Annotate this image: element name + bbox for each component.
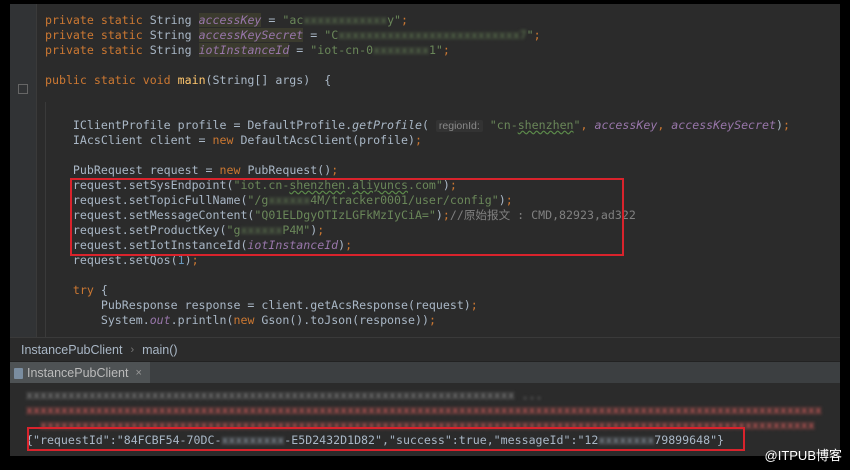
code-line-token: main [177,73,206,87]
code-line-token: String [149,43,199,57]
code-line: public static void main(String[] args) { [45,73,331,88]
code-line-token: (String[] args) { [205,73,332,87]
code-line-token: new [233,313,262,327]
code-line-token: xxxxxxxxxxxxxxxxxxxxxxxxxx7 [338,28,527,42]
code-line-token: private static [45,28,150,42]
code-line-token: PubRequest request = [45,163,220,177]
run-tool-window-tabs: InstancePubClient × [10,361,840,384]
console-line-token: xxxxxxxxxxxxxxxxxxxxxxxxxxxxxxxxxxxxxxxx… [26,403,822,417]
code-line-token: ; [442,43,450,57]
ide-window: private static String accessKey = "acxxx… [10,4,840,456]
code-line-token: accessKey [594,118,658,132]
code-line: private static String iotInstanceId = "i… [45,43,450,58]
code-line: private static String accessKeySecret = … [45,28,541,43]
code-line-token: new [219,163,248,177]
code-line-token: xxxxxxxxxxxx [303,13,388,27]
code-line-token: = [261,13,283,27]
highlight-box-response [27,427,745,451]
code-line-token: Gson().toJson(response)) [261,313,429,327]
code-line-token: iotInstanceId [198,43,290,57]
code-line-token: { [100,283,108,297]
watermark: @ITPUB博客 [764,448,842,463]
highlight-box-request-config [70,178,624,256]
breadcrumb: InstancePubClient › main() [10,337,840,361]
code-line-token: private static [45,43,150,57]
breadcrumb-file[interactable]: InstancePubClient [21,343,122,357]
code-line-token: = [289,43,311,57]
code-line: PubRequest request = new PubRequest(); [45,163,338,178]
code-line-token: .println( [170,313,234,327]
console-line: xxxxxxxxxxxxxxxxxxxxxxxxxxxxxxxxxxxxxxxx… [26,403,822,418]
code-line-token: new [212,133,241,147]
code-line-token: accessKeySecret [671,118,776,132]
code-line-token: ; [414,133,422,147]
code-line-token: "iot-cn-0 [310,43,374,57]
code-line-token: ; [401,13,409,27]
code-line-token: ) [775,118,783,132]
code-line-token: xxxxxxxx [373,43,429,57]
run-config-icon [14,367,23,379]
code-line-token: ; [533,28,541,42]
breadcrumb-method[interactable]: main() [142,343,177,357]
run-tab-label: InstancePubClient [27,366,129,380]
code-line-token: " [573,118,581,132]
code-line-token: PubResponse response = client.getAcsResp… [45,298,471,312]
code-line-token: ; [428,313,436,327]
code-line: PubResponse response = client.getAcsResp… [45,298,478,313]
code-line-token: ; [470,298,478,312]
code-line-token: IClientProfile profile = DefaultProfile. [45,118,353,132]
code-line-token: ( [421,118,436,132]
code-line-token: System. [45,313,150,327]
code-line-token: shenzhen [517,118,574,132]
code-line: IClientProfile profile = DefaultProfile.… [45,118,790,134]
code-line-token: "cn- [482,118,518,132]
code-line: System.out.println(new Gson().toJson(res… [45,313,436,328]
code-line-token: accessKey [198,13,262,27]
code-line-token: , [657,118,672,132]
code-line-token: y" [387,13,402,27]
close-icon[interactable]: × [135,367,141,379]
console-line: xxxxxxxxxxxxxxxxxxxxxxxxxxxxxxxxxxxxxxxx… [26,388,543,403]
code-line-token: 1" [428,43,443,57]
code-line-token: , [580,118,595,132]
code-line-token: try [45,283,101,297]
breadcrumb-separator: › [130,343,135,356]
console-line-token: xxxxxxxxxxxxxxxxxxxxxxxxxxxxxxxxxxxxxxxx… [26,388,543,402]
code-line-token: String [149,13,199,27]
code-editor[interactable]: private static String accessKey = "acxxx… [10,4,840,337]
code-line-token: regionId: [435,120,483,132]
run-tab[interactable]: InstancePubClient × [10,362,150,384]
code-line-token: "ac [282,13,304,27]
code-line: private static String accessKey = "acxxx… [45,13,408,28]
code-line-token: " [526,28,534,42]
code-line-token: DefaultAcsClient(profile) [240,133,415,147]
code-line-token: ; [331,163,339,177]
code-line-token: "C [324,28,339,42]
code-line: try { [45,283,108,298]
code-line-token: IAcsClient client = [45,133,213,147]
code-line-token: getProfile [352,118,422,132]
code-line-token: private static [45,13,150,27]
code-line-token: out [149,313,171,327]
code-line-token: ; [782,118,790,132]
code-line-token: accessKeySecret [198,28,304,42]
code-line-token: public static void [45,73,178,87]
code-line-token: String [149,28,199,42]
code-line-token: = [303,28,325,42]
code-line: IAcsClient client = new DefaultAcsClient… [45,133,422,148]
code-line-token: PubRequest() [247,163,332,177]
